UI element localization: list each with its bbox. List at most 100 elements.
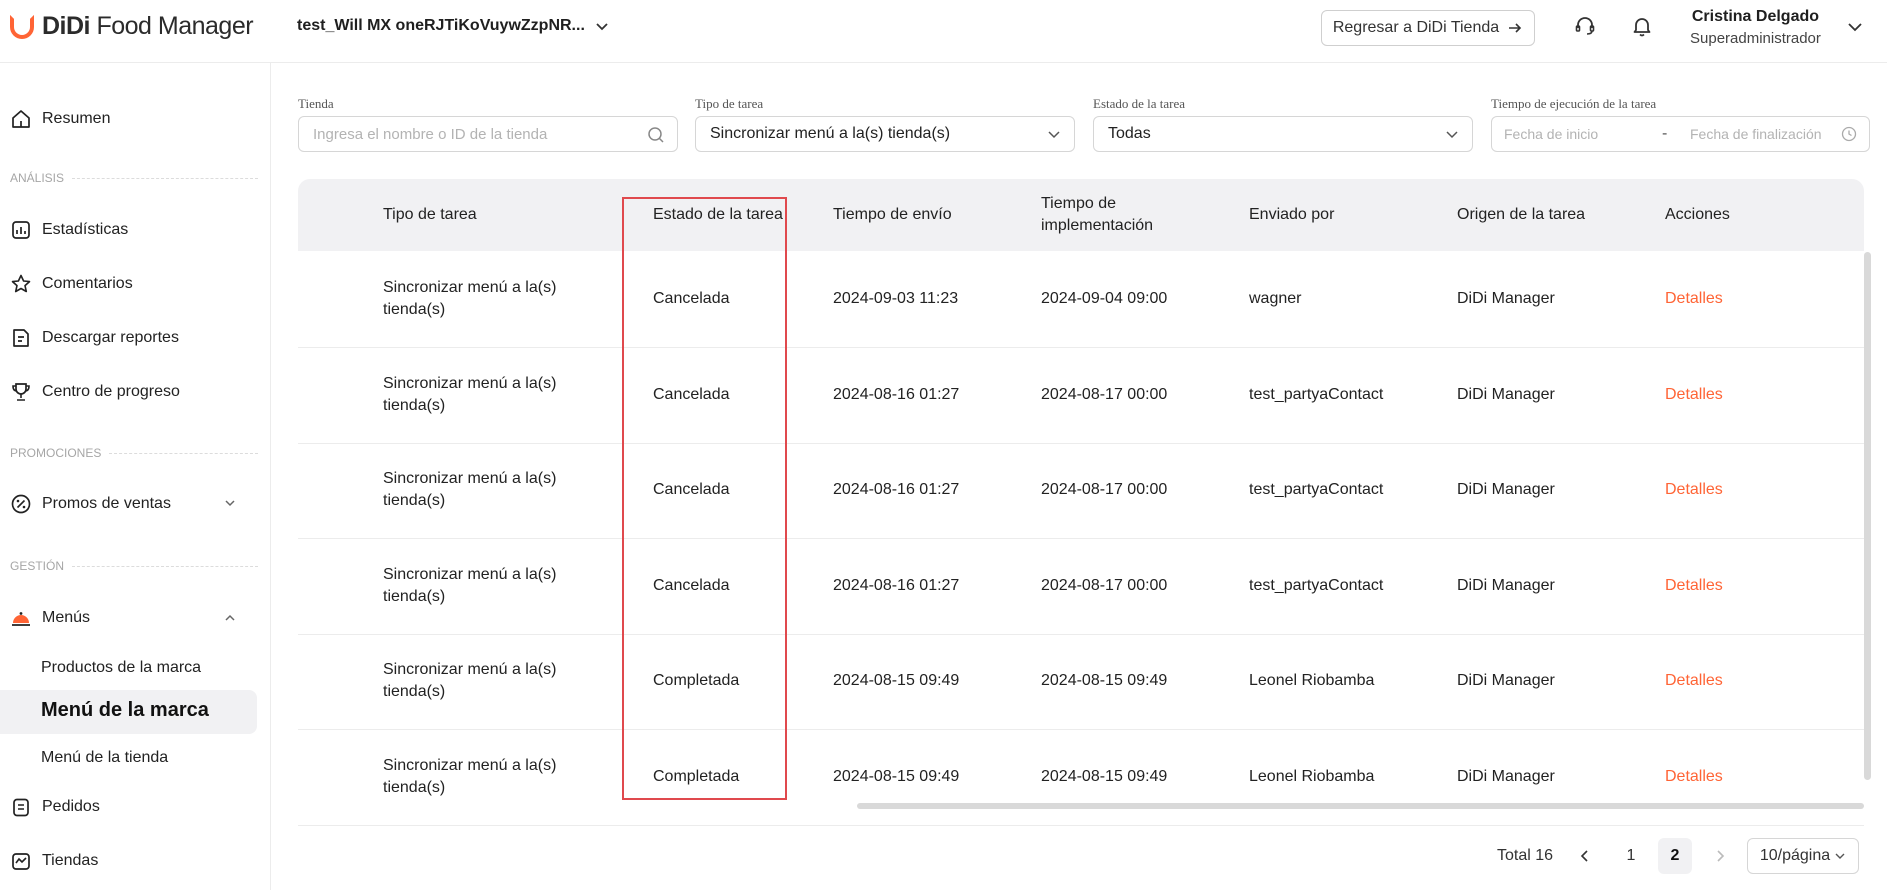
chevron-down-icon[interactable]	[223, 496, 237, 510]
sidebar-item-tiendas[interactable]: Tiendas	[10, 850, 98, 872]
details-link[interactable]: Detalles	[1665, 288, 1723, 310]
chevron-down-icon	[1835, 853, 1845, 859]
cell-implementacion: 2024-08-17 00:00	[1041, 386, 1168, 403]
sidebar-label-reportes: Descargar reportes	[42, 329, 179, 346]
cell-enviado: wagner	[1249, 290, 1302, 307]
page-size-value: 10/página	[1759, 847, 1831, 864]
cell-origen: DiDi Manager	[1457, 768, 1555, 785]
didi-logo[interactable]: DiDi Food Manager	[10, 12, 254, 41]
cell-tipo-line2: tienda(s)	[383, 588, 446, 605]
sidebar-label-progreso: Centro de progreso	[42, 383, 180, 400]
sidebar-item-resumen[interactable]: Resumen	[10, 108, 110, 130]
section-label: GESTIÓN	[10, 559, 65, 573]
horizontal-scrollbar[interactable]	[857, 803, 1864, 809]
page-1-button[interactable]: 1	[1614, 838, 1648, 874]
column-header-tipo: Tipo de tarea	[383, 206, 477, 223]
details-link[interactable]: Detalles	[1665, 384, 1723, 406]
task-type-value: Sincronizar menú a la(s) tienda(s)	[710, 125, 951, 142]
cell-estado: Cancelada	[653, 290, 730, 307]
store-switcher[interactable]: test_Will MX oneRJTiKoVuywZzpNR...	[297, 17, 609, 35]
cell-implementacion: 2024-08-17 00:00	[1041, 577, 1168, 594]
back-to-store-button[interactable]: Regresar a DiDi Tienda	[1321, 10, 1535, 46]
cell-enviado: Leonel Riobamba	[1249, 768, 1375, 785]
sidebar-item-progreso[interactable]: Centro de progreso	[10, 381, 180, 403]
details-link[interactable]: Detalles	[1665, 479, 1723, 501]
sidebar-item-menus[interactable]: Menús	[10, 607, 90, 629]
chevron-down-icon	[1048, 131, 1060, 139]
table-row: Sincronizar menú a la(s) tienda(s) Cancela…	[298, 539, 1864, 635]
filter-label-estado: Estado de la tarea	[1093, 96, 1186, 111]
section-label: ANÁLISIS	[10, 171, 65, 185]
cell-tipo-line2: tienda(s)	[383, 397, 446, 414]
user-menu-chevron-icon[interactable]	[1846, 18, 1864, 36]
details-link[interactable]: Detalles	[1665, 575, 1723, 597]
task-type-select[interactable]: Sincronizar menú a la(s) tienda(s)	[695, 116, 1075, 152]
cell-origen: DiDi Manager	[1457, 290, 1555, 307]
details-link[interactable]: Detalles	[1665, 766, 1723, 788]
sidebar-subitem-menu-marca[interactable]: Menú de la marca	[0, 690, 257, 734]
sidebar-item-comentarios[interactable]: Comentarios	[10, 273, 133, 295]
column-header-impl-line2: implementación	[1041, 217, 1154, 234]
sidebar-label-pedidos: Pedidos	[42, 798, 100, 815]
arrow-right-icon	[1509, 23, 1522, 33]
page-2-button[interactable]: 2	[1658, 838, 1692, 874]
details-link[interactable]: Detalles	[1665, 670, 1723, 692]
table-row: Sincronizar menú a la(s) tienda(s) Cancela…	[298, 348, 1864, 444]
sidebar-item-promos[interactable]: Promos de ventas	[10, 493, 171, 515]
prev-page-button[interactable]	[1570, 838, 1600, 874]
logo-product: Food Manager	[96, 12, 254, 40]
table-row: Sincronizar menú a la(s) tienda(s) Cancela…	[298, 443, 1864, 539]
cell-enviado: test_partyaContact	[1249, 577, 1384, 594]
table-row: Sincronizar menú a la(s) tienda(s) Cancela…	[298, 252, 1864, 348]
cell-envio: 2024-08-15 09:49	[833, 768, 960, 785]
cell-envio: 2024-08-16 01:27	[833, 577, 960, 594]
task-status-select[interactable]: Todas	[1093, 116, 1473, 152]
sidebar-item-reportes[interactable]: Descargar reportes	[10, 327, 179, 349]
store-search-input[interactable]: Ingresa el nombre o ID de la tienda	[298, 116, 678, 152]
cell-estado: Cancelada	[653, 577, 730, 594]
cell-tipo-line1: Sincronizar menú a la(s)	[383, 279, 557, 296]
date-range-picker[interactable]: Fecha de inicio - Fecha de finalización	[1491, 116, 1870, 152]
column-header-impl-line1: Tiempo de	[1041, 195, 1116, 212]
end-date-input[interactable]: Fecha de finalización	[1690, 126, 1822, 142]
next-page-button[interactable]	[1705, 838, 1735, 874]
cell-envio: 2024-08-15 09:49	[833, 672, 960, 689]
column-header-enviado: Enviado por	[1249, 206, 1335, 223]
column-header-acciones: Acciones	[1665, 206, 1730, 223]
section-gestion: GESTIÓN	[10, 559, 258, 573]
search-icon[interactable]	[647, 126, 665, 144]
cell-tipo-line2: tienda(s)	[383, 301, 446, 318]
date-separator: -	[1662, 125, 1668, 142]
clock-icon	[1841, 126, 1857, 142]
sidebar: Resumen ANÁLISIS Estadísticas Comentario…	[0, 63, 271, 890]
chevron-down-icon	[596, 23, 608, 31]
statistics-icon	[12, 221, 30, 239]
filter-label-tiempo: Tiempo de ejecución de la tarea	[1491, 96, 1657, 111]
cell-implementacion: 2024-08-17 00:00	[1041, 481, 1168, 498]
user-profile[interactable]: Cristina Delgado Superadministrador	[1690, 8, 1821, 47]
cell-enviado: Leonel Riobamba	[1249, 672, 1375, 689]
support-headset-icon[interactable]	[1573, 14, 1597, 38]
column-header-envio: Tiempo de envío	[833, 206, 952, 223]
cell-tipo-line1: Sincronizar menú a la(s)	[383, 470, 557, 487]
cell-tipo-line1: Sincronizar menú a la(s)	[383, 661, 557, 678]
notifications-bell-icon[interactable]	[1630, 14, 1654, 38]
discount-icon	[11, 494, 31, 514]
sidebar-label-resumen: Resumen	[42, 110, 111, 127]
sidebar-item-pedidos[interactable]: Pedidos	[10, 796, 100, 818]
page-size-select[interactable]: 10/página	[1747, 838, 1859, 874]
chevron-up-icon[interactable]	[223, 611, 237, 625]
store-name: test_Will MX oneRJTiKoVuywZzpNR...	[297, 17, 585, 34]
start-date-input[interactable]: Fecha de inicio	[1504, 126, 1598, 142]
sidebar-subitem-menu-tienda[interactable]: Menú de la tienda	[41, 749, 168, 767]
sidebar-subitem-productos[interactable]: Productos de la marca	[41, 659, 201, 677]
vertical-scrollbar[interactable]	[1864, 252, 1871, 780]
task-status-value: Todas	[1108, 125, 1151, 142]
chevron-down-icon	[1446, 131, 1458, 139]
cell-tipo-line1: Sincronizar menú a la(s)	[383, 566, 557, 583]
store-icon	[12, 853, 30, 870]
sidebar-item-estadisticas[interactable]: Estadísticas	[10, 219, 128, 241]
pagination-total: Total 16	[1496, 847, 1554, 864]
table-row: Sincronizar menú a la(s) tienda(s) Complet…	[298, 730, 1864, 826]
cell-origen: DiDi Manager	[1457, 577, 1555, 594]
